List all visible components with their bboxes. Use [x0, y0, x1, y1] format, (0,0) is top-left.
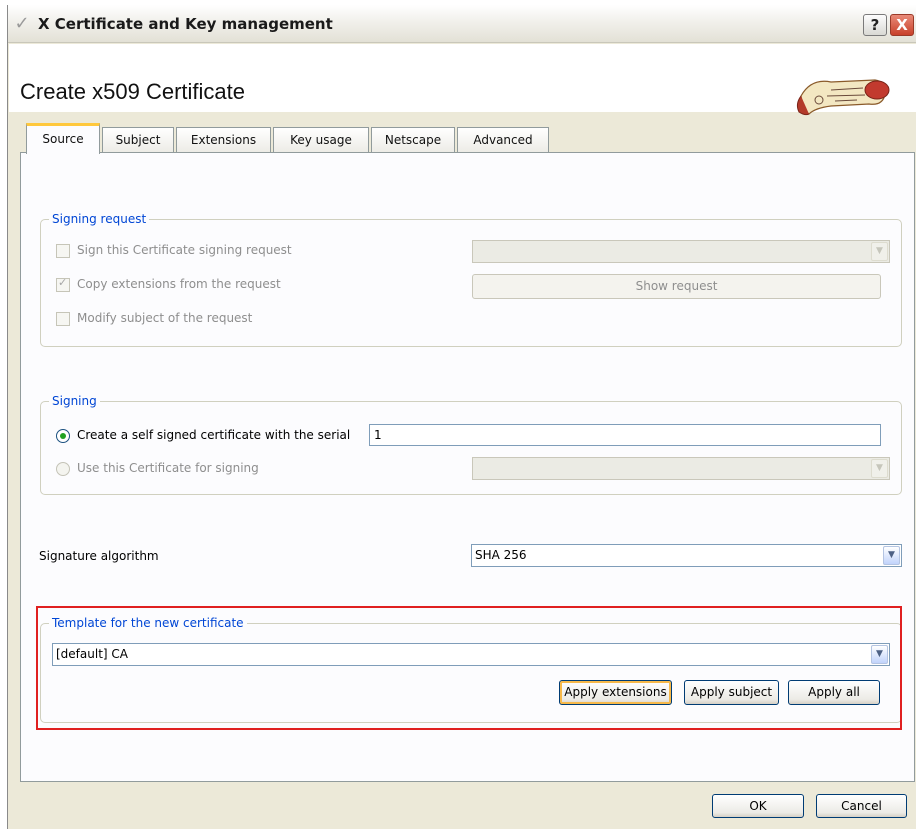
check-mark-icon: ✓: [14, 13, 30, 34]
signing-legend: Signing: [49, 394, 100, 408]
copy-extensions-checkbox[interactable]: ✓: [56, 276, 70, 292]
tab-key-usage[interactable]: Key usage: [273, 127, 369, 153]
self-signed-radio[interactable]: [56, 429, 70, 443]
csr-select[interactable]: ▼: [472, 240, 890, 263]
close-button[interactable]: X: [890, 14, 914, 36]
signing-request-group: Signing request Sign this Certificate si…: [40, 212, 902, 347]
ok-button[interactable]: OK: [712, 794, 804, 818]
serial-input[interactable]: 1: [369, 424, 881, 446]
chevron-down-icon: ▼: [883, 546, 900, 565]
dialog-header: Create x509 Certificate: [9, 44, 916, 116]
copy-extensions-label: Copy extensions from the request: [77, 277, 281, 291]
template-select[interactable]: [default] CA ▼: [52, 643, 890, 666]
chevron-down-icon: ▼: [871, 645, 888, 664]
cancel-button[interactable]: Cancel: [816, 794, 907, 818]
sign-csr-checkbox[interactable]: [56, 244, 70, 258]
page-title: Create x509 Certificate: [20, 79, 245, 104]
self-signed-label: Create a self signed certificate with th…: [77, 428, 351, 442]
dialog-window: ✓ X Certificate and Key management ? X C…: [7, 5, 916, 829]
tab-subject[interactable]: Subject: [102, 127, 174, 153]
help-button[interactable]: ?: [863, 14, 887, 36]
use-ca-label: Use this Certificate for signing: [77, 461, 259, 475]
tab-advanced[interactable]: Advanced: [457, 127, 549, 153]
chevron-down-icon: ▼: [871, 459, 888, 478]
tab-source[interactable]: Source: [26, 123, 100, 154]
title-bar[interactable]: ✓ X Certificate and Key management ? X: [8, 5, 916, 43]
apply-all-button[interactable]: Apply all: [788, 680, 880, 705]
tab-netscape[interactable]: Netscape: [371, 127, 455, 153]
apply-extensions-button[interactable]: Apply extensions: [559, 680, 672, 705]
modify-subject-label: Modify subject of the request: [77, 311, 253, 325]
chevron-down-icon: ▼: [871, 242, 888, 261]
apply-subject-button[interactable]: Apply subject: [684, 680, 779, 705]
ca-select[interactable]: ▼: [472, 457, 890, 480]
signing-request-legend: Signing request: [49, 212, 150, 226]
modify-subject-checkbox[interactable]: [56, 312, 70, 326]
signature-algorithm-select[interactable]: SHA 256 ▼: [471, 544, 902, 567]
show-request-button[interactable]: Show request: [472, 274, 881, 299]
window-title: X Certificate and Key management: [38, 15, 333, 33]
template-group: Template for the new certificate [defaul…: [40, 616, 902, 723]
tab-extensions[interactable]: Extensions: [176, 127, 271, 153]
use-ca-radio[interactable]: [56, 462, 70, 476]
signing-group: Signing Create a self signed certificate…: [40, 394, 902, 495]
template-legend: Template for the new certificate: [49, 616, 247, 630]
scroll-seal-logo: [796, 79, 890, 116]
signature-algorithm-label: Signature algorithm: [39, 549, 159, 563]
sign-csr-label: Sign this Certificate signing request: [77, 243, 292, 257]
check-icon: ✓: [58, 276, 68, 289]
source-tab-panel: Signing request Sign this Certificate si…: [20, 152, 915, 782]
